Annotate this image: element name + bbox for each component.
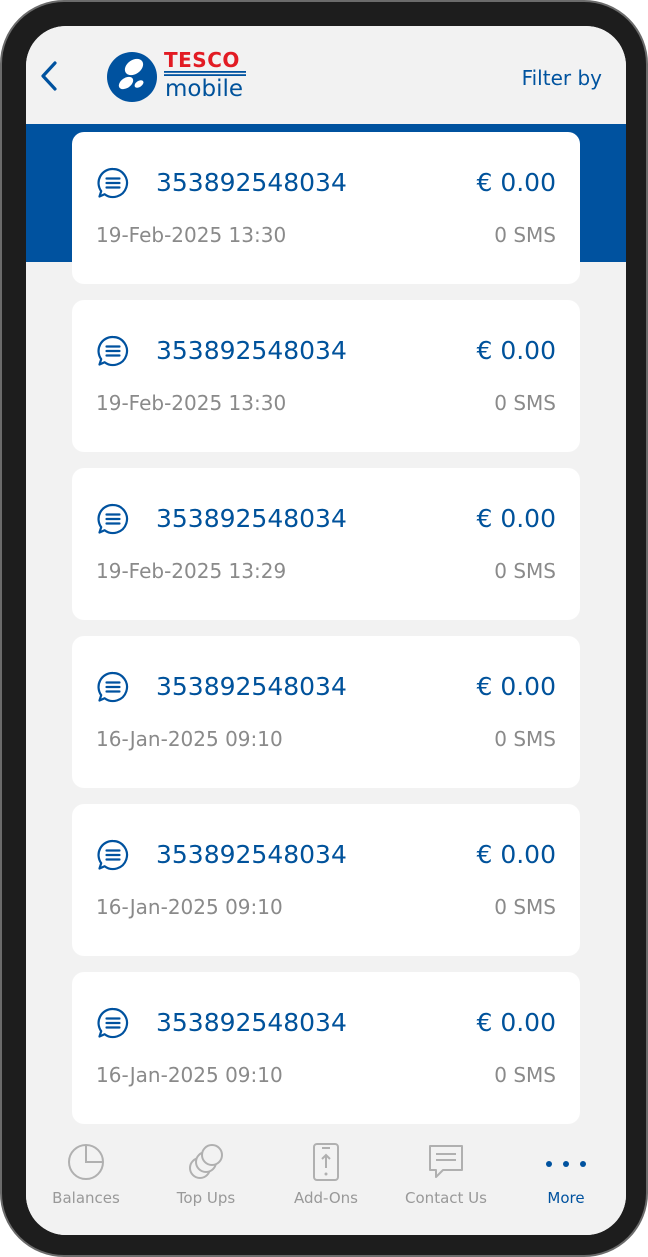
tab-balances[interactable]: Balances xyxy=(26,1126,146,1235)
tab-label: Contact Us xyxy=(405,1189,487,1207)
bottom-tab-bar: Balances Top Ups Add-Ons Contact Us More xyxy=(26,1126,626,1235)
tab-more[interactable]: More xyxy=(506,1126,626,1235)
app-screen: TESCO mobile Filter by 353892548034 € 0.… xyxy=(26,26,626,1235)
phone-number: 353892548034 xyxy=(156,840,347,869)
amount: € 0.00 xyxy=(476,336,556,365)
timestamp: 19-Feb-2025 13:30 xyxy=(96,223,287,247)
transaction-card[interactable]: 353892548034 € 0.00 16-Jan-2025 09:10 0 … xyxy=(72,636,580,788)
amount: € 0.00 xyxy=(476,1008,556,1037)
logo-brand-text: TESCO xyxy=(164,48,240,72)
chat-bubble-icon xyxy=(429,1145,463,1178)
usage: 0 SMS xyxy=(494,559,556,583)
transaction-card[interactable]: 353892548034 € 0.00 16-Jan-2025 09:10 0 … xyxy=(72,804,580,956)
tab-contact-us[interactable]: Contact Us xyxy=(386,1126,506,1235)
phone-frame: TESCO mobile Filter by 353892548034 € 0.… xyxy=(0,0,648,1257)
phone-number: 353892548034 xyxy=(156,672,347,701)
more-dots-icon xyxy=(546,1161,586,1167)
tab-add-ons[interactable]: Add-Ons xyxy=(266,1126,386,1235)
usage: 0 SMS xyxy=(494,223,556,247)
message-icon xyxy=(97,335,129,367)
logo-product-text: mobile xyxy=(165,76,244,102)
phone-number: 353892548034 xyxy=(156,336,347,365)
tab-top-ups[interactable]: Top Ups xyxy=(146,1126,266,1235)
phone-number: 353892548034 xyxy=(156,1008,347,1037)
filter-button[interactable]: Filter by xyxy=(522,66,602,90)
usage: 0 SMS xyxy=(494,727,556,751)
timestamp: 19-Feb-2025 13:30 xyxy=(96,391,287,415)
coins-icon xyxy=(189,1144,223,1179)
tesco-mobile-logo: TESCO mobile xyxy=(106,48,248,104)
timestamp: 16-Jan-2025 09:10 xyxy=(96,895,283,919)
amount: € 0.00 xyxy=(476,672,556,701)
tab-label: More xyxy=(547,1189,585,1207)
transaction-card[interactable]: 353892548034 € 0.00 19-Feb-2025 13:29 0 … xyxy=(72,468,580,620)
tab-label: Balances xyxy=(52,1189,120,1207)
usage: 0 SMS xyxy=(494,895,556,919)
amount: € 0.00 xyxy=(476,504,556,533)
tab-label: Add-Ons xyxy=(294,1189,358,1207)
amount: € 0.00 xyxy=(476,168,556,197)
phone-upload-icon xyxy=(313,1143,339,1181)
timestamp: 19-Feb-2025 13:29 xyxy=(96,559,287,583)
amount: € 0.00 xyxy=(476,840,556,869)
tab-label: Top Ups xyxy=(176,1189,236,1207)
message-icon xyxy=(97,839,129,871)
message-icon xyxy=(97,503,129,535)
phone-number: 353892548034 xyxy=(156,168,347,197)
timestamp: 16-Jan-2025 09:10 xyxy=(96,727,283,751)
transaction-card[interactable]: 353892548034 € 0.00 19-Feb-2025 13:30 0 … xyxy=(72,300,580,452)
back-arrow-icon[interactable] xyxy=(36,56,66,96)
message-icon xyxy=(97,671,129,703)
pie-chart-icon xyxy=(68,1144,104,1180)
logo-circle-icon xyxy=(107,52,157,102)
phone-number: 353892548034 xyxy=(156,504,347,533)
message-icon xyxy=(97,167,129,199)
usage: 0 SMS xyxy=(494,391,556,415)
timestamp: 16-Jan-2025 09:10 xyxy=(96,1063,283,1087)
app-header: TESCO mobile Filter by xyxy=(26,26,626,124)
message-icon xyxy=(97,1007,129,1039)
transaction-card[interactable]: 353892548034 € 0.00 16-Jan-2025 09:10 0 … xyxy=(72,972,580,1124)
usage: 0 SMS xyxy=(494,1063,556,1087)
transaction-card[interactable]: 353892548034 € 0.00 19-Feb-2025 13:30 0 … xyxy=(72,132,580,284)
